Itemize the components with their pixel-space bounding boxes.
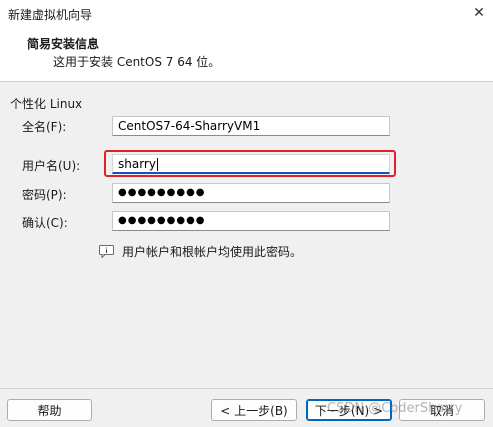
close-icon[interactable]: ✕ xyxy=(469,3,489,23)
next-button[interactable]: 下一步(N) > xyxy=(306,399,392,421)
username-label: 用户名(U): xyxy=(22,159,81,173)
footer-divider xyxy=(0,388,493,389)
group-title: 个性化 Linux xyxy=(10,97,83,111)
wizard-header: 简易安装信息 这用于安装 CentOS 7 64 位。 xyxy=(0,26,493,82)
text-caret xyxy=(156,158,158,171)
window-title: 新建虚拟机向导 xyxy=(8,8,93,22)
confirm-password-field[interactable]: ●●●●●●●●● xyxy=(112,211,390,231)
title-bar: 新建虚拟机向导 ✕ xyxy=(0,0,493,26)
password-label: 密码(P): xyxy=(22,188,67,202)
back-button[interactable]: < 上一步(B) xyxy=(211,399,297,421)
fullname-field[interactable]: CentOS7-64-SharryVM1 xyxy=(112,116,390,136)
page-heading: 简易安装信息 xyxy=(27,37,100,51)
cancel-button[interactable]: 取消 xyxy=(399,399,485,421)
help-button[interactable]: 帮助 xyxy=(7,399,92,421)
note-text: 用户帐户和根帐户均使用此密码。 xyxy=(122,245,303,259)
page-subtitle: 这用于安装 CentOS 7 64 位。 xyxy=(53,55,221,69)
password-note: 用户帐户和根帐户均使用此密码。 xyxy=(99,243,302,260)
password-field[interactable]: ●●●●●●●●● xyxy=(112,183,390,203)
confirm-label: 确认(C): xyxy=(22,216,68,230)
fullname-label: 全名(F): xyxy=(22,120,67,134)
username-field[interactable]: sharry xyxy=(112,154,390,174)
info-icon xyxy=(99,245,114,258)
username-value: sharry xyxy=(118,157,156,171)
